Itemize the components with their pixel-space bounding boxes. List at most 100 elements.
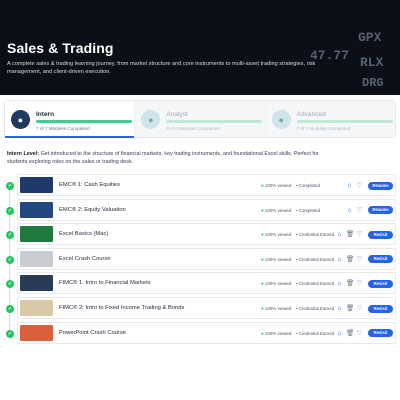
viewed-text: 100% viewed	[265, 207, 292, 213]
completed-check-icon: ✓	[6, 280, 14, 289]
advanced-icon: ●	[271, 110, 291, 129]
level-progress-bar	[296, 120, 393, 123]
module-row: ✓ EMC® 1: Cash Equities ● 100% viewed • …	[4, 174, 396, 198]
module-row: ✓ FIMC® 1: Intro to Financial Markets ● …	[4, 272, 396, 296]
module-action-button[interactable]: Revisit	[368, 230, 393, 239]
trash-icon[interactable]: 🗑	[346, 230, 354, 239]
completed-check-icon: ✓	[6, 231, 14, 240]
module-title[interactable]: EMC® 2: Equity Valuation	[59, 207, 126, 213]
module-title[interactable]: FIMC® 2: Intro to Fixed Income Trading &…	[59, 305, 184, 311]
module-thumbnail	[20, 275, 53, 292]
viewed-text: 100% viewed	[265, 232, 292, 238]
heart-icon[interactable]: ♡	[356, 181, 363, 190]
tab-advanced[interactable]: ● Advanced 7 of 7 Modules Completed	[265, 101, 395, 137]
check-circle-icon: ●	[261, 281, 264, 287]
trash-icon[interactable]: 🗑	[346, 329, 354, 338]
module-row: ✓ Excel Basics (Mac) ● 100% viewed • Cre…	[4, 223, 396, 247]
tab-analyst[interactable]: ● Analyst 6 of 6 Modules Completed	[135, 101, 266, 137]
ticker-background: GPX 47.77 RLX DRG	[250, 0, 400, 95]
module-card[interactable]: FIMC® 1: Intro to Financial Markets ● 10…	[17, 272, 396, 295]
tab-intern[interactable]: ● Intern 7 of 7 Modules Completed	[5, 101, 136, 138]
module-card[interactable]: Excel Crash Course ● 100% viewed • Crede…	[17, 247, 396, 270]
check-circle-icon: ●	[261, 256, 264, 262]
module-thumbnail	[20, 300, 53, 316]
level-count: 7 of 7 Modules Completed	[36, 126, 90, 131]
module-action-button[interactable]: Resume	[368, 181, 393, 190]
heart-icon[interactable]: ♡	[356, 279, 363, 288]
level-name: Intern	[36, 111, 55, 118]
home-icon[interactable]: ⌂	[336, 304, 343, 313]
page-title: Sales & Trading	[7, 40, 114, 56]
level-tabs: ● Intern 7 of 7 Modules Completed ● Anal…	[4, 100, 396, 138]
module-status: • Completed	[296, 183, 320, 188]
status-text: Completed	[298, 183, 321, 188]
analyst-icon: ●	[141, 110, 161, 129]
module-action-button[interactable]: Resume	[368, 206, 393, 215]
completed-check-icon: ✓	[6, 206, 14, 215]
page-description: A complete sales & trading learning jour…	[7, 61, 316, 75]
check-circle-icon: ●	[261, 330, 264, 336]
home-icon[interactable]: ⌂	[336, 329, 343, 338]
completed-check-icon: ✓	[6, 329, 14, 338]
level-progress-bar	[36, 120, 132, 123]
ticker-text: GPX	[358, 30, 382, 45]
module-title[interactable]: EMC® 1: Cash Equities	[59, 182, 120, 188]
intern-icon: ●	[11, 110, 30, 129]
module-row: ✓ EMC® 2: Equity Valuation ● 100% viewed…	[4, 198, 396, 223]
module-actions: ⌂ 🗑 ♡ Revisit	[336, 278, 393, 289]
module-status: • Credential Earned	[296, 232, 334, 237]
heart-icon[interactable]: ♡	[356, 304, 363, 313]
status-text: Credential Earned	[298, 330, 335, 336]
module-action-button[interactable]: Revisit	[368, 304, 393, 313]
level-intro: Intern Level: Get introduced to the stru…	[7, 150, 337, 166]
status-dot-icon: •	[296, 207, 298, 213]
heart-icon[interactable]: ♡	[356, 255, 363, 264]
viewed-text: 100% viewed	[265, 183, 292, 188]
intro-label: Intern Level:	[7, 151, 40, 157]
module-action-button[interactable]: Revisit	[368, 329, 393, 338]
home-icon[interactable]: ⌂	[336, 230, 343, 239]
module-row: ✓ Excel Crash Course ● 100% viewed • Cre…	[4, 247, 396, 272]
home-icon[interactable]: ⌂	[346, 206, 353, 215]
heart-icon[interactable]: ♡	[356, 329, 363, 338]
home-icon[interactable]: ⌂	[336, 279, 343, 288]
module-card[interactable]: PowerPoint Crash Course ● 100% viewed • …	[17, 321, 396, 344]
module-thumbnail	[20, 226, 53, 243]
viewed-text: 100% viewed	[265, 306, 292, 311]
module-title[interactable]: FIMC® 1: Intro to Financial Markets	[59, 280, 151, 286]
level-progress-bar	[166, 120, 263, 123]
home-icon[interactable]: ⌂	[346, 181, 353, 190]
module-action-button[interactable]: Revisit	[368, 255, 393, 264]
module-actions: ⌂ 🗑 ♡ Revisit	[336, 229, 393, 240]
check-circle-icon: ●	[261, 232, 264, 238]
status-dot-icon: •	[296, 281, 298, 287]
status-dot-icon: •	[296, 306, 298, 311]
module-title[interactable]: PowerPoint Crash Course	[59, 330, 126, 336]
level-name: Advanced	[296, 111, 326, 118]
heart-icon[interactable]: ♡	[356, 230, 363, 239]
status-text: Credential Earned	[298, 232, 335, 238]
module-card[interactable]: EMC® 2: Equity Valuation ● 100% viewed •…	[17, 198, 396, 221]
ticker-text: DRG	[362, 76, 384, 90]
check-circle-icon: ●	[261, 306, 264, 311]
status-dot-icon: •	[296, 256, 298, 262]
completed-check-icon: ✓	[6, 255, 14, 264]
trash-icon[interactable]: 🗑	[346, 279, 354, 288]
module-actions: ⌂ ♡ Resume	[346, 205, 393, 216]
module-status: • Completed	[296, 208, 320, 213]
module-title[interactable]: Excel Basics (Mac)	[59, 231, 108, 237]
viewed-text: 100% viewed	[265, 281, 292, 287]
module-action-button[interactable]: Revisit	[368, 279, 393, 288]
home-icon[interactable]: ⌂	[336, 255, 343, 264]
module-viewed: ● 100% viewed	[261, 232, 291, 237]
hero-banner: GPX 47.77 RLX DRG Sales & Trading A comp…	[0, 0, 400, 95]
trash-icon[interactable]: 🗑	[346, 255, 354, 264]
module-title[interactable]: Excel Crash Course	[59, 256, 111, 262]
module-card[interactable]: Excel Basics (Mac) ● 100% viewed • Crede…	[17, 223, 396, 246]
completed-check-icon: ✓	[6, 305, 14, 313]
module-status: • Credential Earned	[296, 281, 334, 286]
heart-icon[interactable]: ♡	[356, 206, 363, 215]
trash-icon[interactable]: 🗑	[346, 304, 354, 313]
module-card[interactable]: FIMC® 2: Intro to Fixed Income Trading &…	[17, 297, 396, 319]
module-card[interactable]: EMC® 1: Cash Equities ● 100% viewed • Co…	[17, 174, 396, 196]
